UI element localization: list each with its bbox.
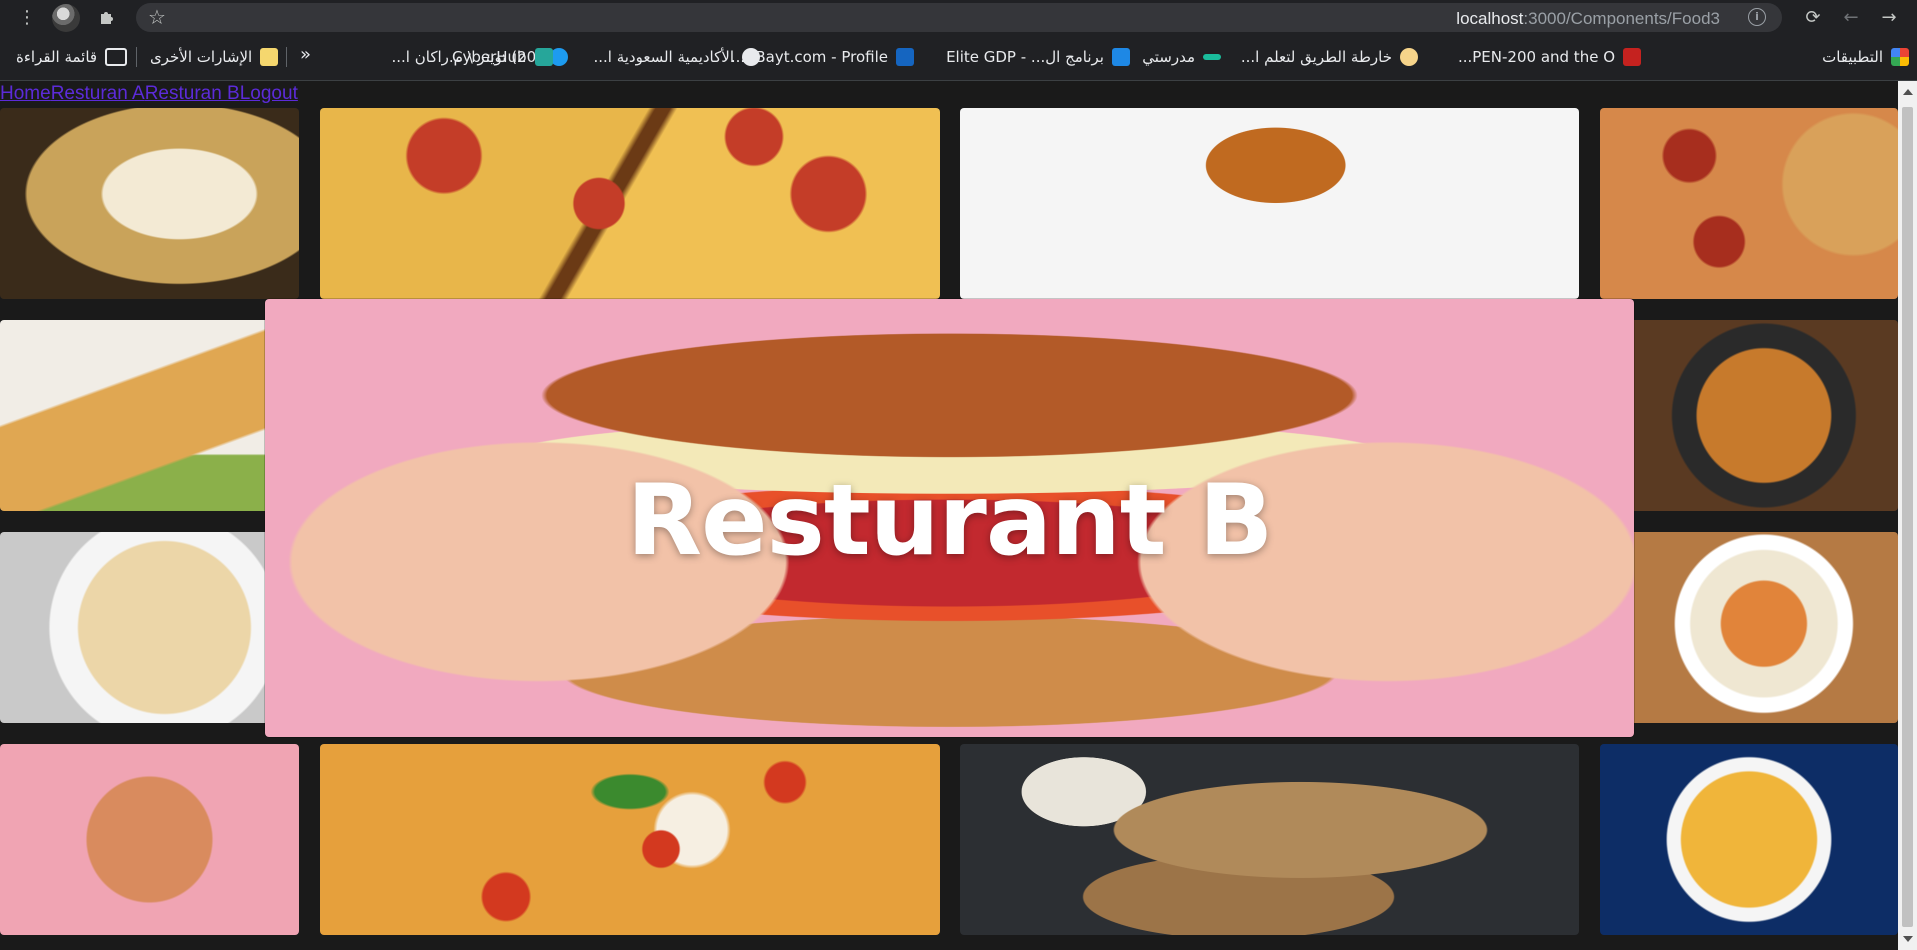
site-info-icon[interactable]: i [1748, 8, 1766, 26]
hero-banner: Resturant B [265, 299, 1634, 737]
bookmark-saudi-academy[interactable]: الأكاديمية السعودية ا... [593, 47, 760, 67]
food-tile-samosa [960, 744, 1579, 935]
bookmark-madrasati[interactable]: مدرستي [1142, 47, 1221, 67]
reload-icon[interactable]: ⟳ [1800, 4, 1826, 30]
offsec-icon [1623, 48, 1641, 66]
food-tile-shrimp-spaghetti [0, 532, 299, 723]
bookmark-roadmap[interactable]: خارطة الطريق لتعلم ا... [1241, 47, 1418, 67]
scroll-thumb[interactable] [1902, 107, 1913, 927]
food-tile-pepperoni-pizza-roll [1600, 108, 1898, 299]
bookmarks-divider [286, 47, 287, 67]
apps-grid-icon [1891, 48, 1909, 66]
food-tile-heart-pizza [0, 744, 299, 935]
bookmarks-divider [136, 47, 137, 67]
nav-home-link[interactable]: Home [0, 83, 51, 104]
food-tile-stuffed-pasta-shells [0, 108, 299, 299]
bookmark-cyberhub[interactable]: CyberHub [452, 47, 553, 67]
profile-avatar[interactable] [52, 4, 80, 32]
folder-icon [260, 48, 279, 66]
roadmap-icon [1400, 48, 1418, 66]
bayt-icon [896, 48, 914, 66]
scroll-up-arrow-icon[interactable] [1903, 89, 1913, 95]
bookmark-pen200[interactable]: PEN-200 and the O... [1458, 47, 1641, 67]
bookmark-elite-gdp[interactable]: برنامج ال... - Elite GDP [946, 47, 1130, 67]
url-text: localhost:3000/Components/Food3 [1456, 9, 1720, 28]
food-tile-pepperoni-pizza-slices [320, 108, 940, 299]
nav-resturan-a-link[interactable]: Resturan A [51, 83, 145, 104]
extensions-puzzle-icon[interactable] [94, 4, 120, 30]
browser-toolbar: ⋮ ☆ localhost:3000/Components/Food3 i ⟳ … [0, 0, 1917, 35]
back-arrow-icon[interactable]: ← [1838, 4, 1864, 30]
forward-arrow-icon[interactable]: → [1876, 4, 1902, 30]
reading-list-icon [105, 48, 128, 66]
twitter-icon [550, 48, 568, 66]
bookmarks-bar: التطبيقات PEN-200 and the O... خارطة الط… [0, 35, 1917, 81]
top-nav: HomeResturan AResturan BLogout [0, 83, 298, 105]
madrasati-icon [1203, 54, 1221, 60]
food-tile-fried-dough-balls [1600, 744, 1898, 935]
globe-icon [742, 48, 760, 66]
scroll-down-arrow-icon[interactable] [1903, 936, 1913, 942]
food-tile-dosa [0, 320, 299, 511]
food-tile-butter-chicken-rice [1600, 532, 1898, 723]
elite-gdp-icon [1112, 48, 1130, 66]
address-bar[interactable]: ☆ localhost:3000/Components/Food3 i [136, 3, 1782, 32]
hero-title: Resturant B [626, 464, 1274, 578]
menu-kebab-icon[interactable]: ⋮ [14, 4, 40, 30]
cyberhub-icon [534, 48, 553, 66]
food-tile-margherita-pizza [320, 744, 940, 935]
food-tile-biryani [1600, 320, 1898, 511]
food-tile-idli-sambar [960, 108, 1579, 299]
bookmark-apps[interactable]: التطبيقات [1822, 47, 1909, 67]
nav-resturan-b-link[interactable]: Resturan B [145, 83, 240, 104]
page-scrollbar[interactable] [1898, 81, 1917, 950]
reading-list[interactable]: قائمة القراءة [16, 47, 128, 67]
other-bookmarks[interactable]: الإشارات الأخرى [150, 47, 279, 67]
bookmark-star-icon[interactable]: ☆ [148, 5, 166, 29]
nav-logout-link[interactable]: Logout [240, 83, 298, 104]
more-bookmarks-chevron-icon[interactable]: » [300, 44, 311, 65]
